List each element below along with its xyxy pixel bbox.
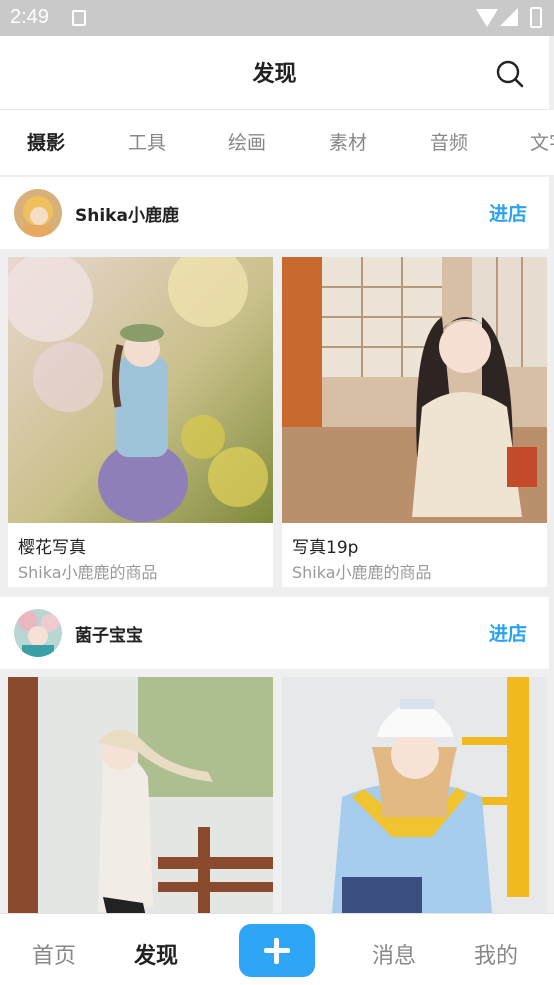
app-header: 发现 xyxy=(0,36,549,110)
tab-audio[interactable]: 音频 xyxy=(430,128,468,155)
tab-tools[interactable]: 工具 xyxy=(128,128,166,155)
product-photo xyxy=(282,257,547,523)
page-title: 发现 xyxy=(252,62,297,87)
shop-header[interactable]: Shika小鹿鹿 进店 xyxy=(0,177,549,249)
shop-name[interactable]: 菌子宝宝 xyxy=(75,621,143,646)
shop-header[interactable]: 菌子宝宝 进店 xyxy=(0,597,549,669)
search-icon[interactable] xyxy=(496,60,524,88)
product-grid xyxy=(0,669,554,913)
tab-text[interactable]: 文字 xyxy=(530,128,554,155)
product-card[interactable] xyxy=(282,677,547,913)
nav-discover[interactable]: 发现 xyxy=(134,938,178,970)
status-bar: 2:49 xyxy=(0,0,554,36)
wifi-icon xyxy=(476,9,498,27)
product-grid: 樱花写真 Shika小鹿鹿的商品 写真19p Shika小鹿鹿的商品 xyxy=(0,249,554,596)
tab-painting[interactable]: 绘画 xyxy=(228,128,266,155)
notification-icon xyxy=(72,10,86,26)
tab-materials[interactable]: 素材 xyxy=(329,128,367,155)
publish-plus-button[interactable] xyxy=(239,924,315,977)
product-card[interactable]: 樱花写真 Shika小鹿鹿的商品 xyxy=(8,257,273,587)
product-title: 写真19p xyxy=(292,538,359,558)
shop-name[interactable]: Shika小鹿鹿 xyxy=(75,201,179,226)
enter-shop-button[interactable]: 进店 xyxy=(489,199,527,226)
battery-icon xyxy=(530,7,542,28)
product-photo xyxy=(8,257,273,523)
enter-shop-button[interactable]: 进店 xyxy=(489,619,527,646)
product-seller: Shika小鹿鹿的商品 xyxy=(18,563,158,582)
product-card[interactable] xyxy=(8,677,273,913)
nav-home[interactable]: 首页 xyxy=(32,938,76,970)
bottom-nav: 首页 发现 消息 我的 xyxy=(0,913,554,985)
status-time: 2:49 xyxy=(10,6,49,28)
nav-mine[interactable]: 我的 xyxy=(474,938,518,970)
tab-photography[interactable]: 摄影 xyxy=(27,128,65,155)
product-title: 樱花写真 xyxy=(18,538,86,558)
product-photo xyxy=(8,677,273,913)
avatar[interactable] xyxy=(14,189,62,237)
product-card[interactable]: 写真19p Shika小鹿鹿的商品 xyxy=(282,257,547,587)
signal-icon xyxy=(500,8,518,26)
product-seller: Shika小鹿鹿的商品 xyxy=(292,563,432,582)
product-photo xyxy=(282,677,547,913)
category-tabs: 摄影 工具 绘画 素材 音频 文字 xyxy=(0,110,554,176)
avatar[interactable] xyxy=(14,609,62,657)
nav-messages[interactable]: 消息 xyxy=(372,938,416,970)
